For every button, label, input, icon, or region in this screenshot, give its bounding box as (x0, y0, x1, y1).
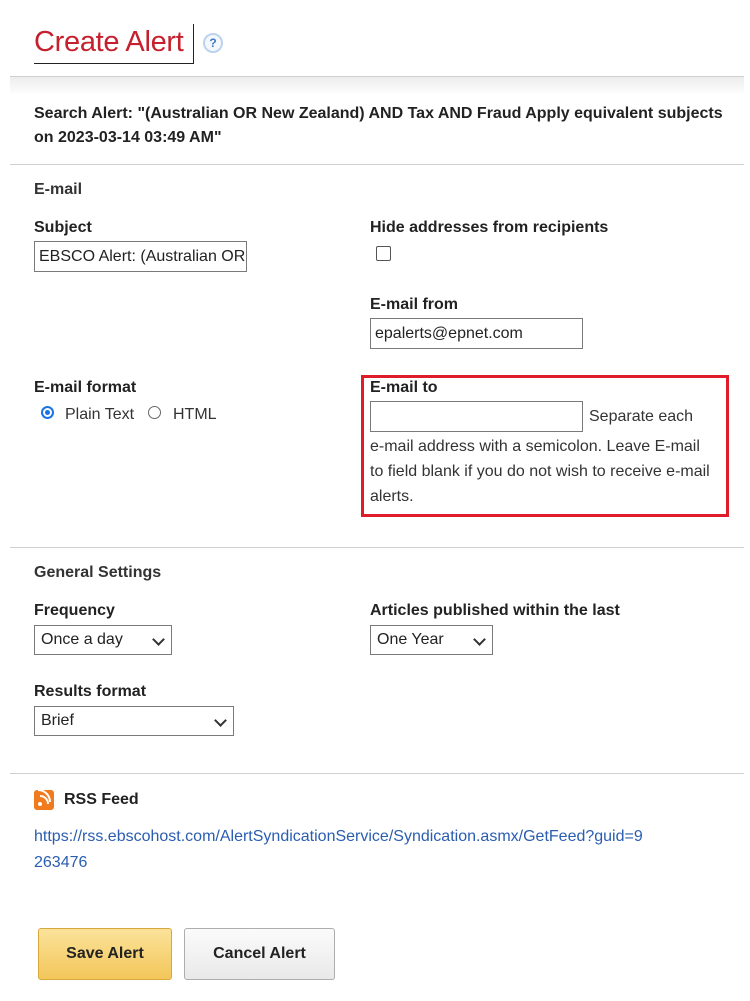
section-divider (10, 164, 744, 165)
html-radio[interactable] (148, 406, 161, 419)
plain-text-radio[interactable] (41, 406, 54, 419)
email-section-title: E-mail (34, 181, 83, 198)
search-alert-summary: Search Alert: "(Australian OR New Zealan… (34, 105, 723, 146)
hide-addresses-checkbox[interactable] (376, 246, 391, 261)
published-within-value: One Year (377, 631, 444, 648)
published-within-select[interactable]: One Year (370, 625, 493, 655)
email-to-label: E-mail to (370, 379, 438, 396)
plain-text-label[interactable]: Plain Text (65, 406, 134, 424)
frequency-value: Once a day (41, 631, 123, 648)
section-divider (10, 773, 744, 774)
subject-label: Subject (34, 219, 92, 236)
subject-input[interactable]: EBSCO Alert: (Australian OR New Zealand)… (34, 241, 247, 272)
results-format-label: Results format (34, 683, 147, 700)
page-title: Create Alert (34, 26, 184, 58)
email-from-label: E-mail from (370, 296, 459, 313)
email-format-label: E-mail format (34, 379, 137, 396)
hide-addresses-label: Hide addresses from recipients (370, 219, 609, 236)
rss-feed-title: RSS Feed (64, 791, 139, 808)
frequency-label: Frequency (34, 602, 115, 619)
chevron-down-icon (473, 633, 486, 646)
published-within-label: Articles published within the last (370, 602, 620, 619)
help-icon[interactable]: ? (203, 33, 223, 53)
email-from-input[interactable]: epalerts@epnet.com (370, 318, 583, 349)
chevron-down-icon (152, 633, 165, 646)
rss-icon (34, 790, 54, 810)
general-settings-title: General Settings (34, 564, 162, 581)
email-to-help-line1: Separate each (589, 408, 694, 425)
chevron-down-icon (214, 714, 227, 727)
email-to-input[interactable] (370, 401, 583, 432)
email-to-help-text: e-mail address with a semicolon. Leave E… (370, 438, 710, 505)
section-divider (10, 547, 744, 548)
frequency-select[interactable]: Once a day (34, 625, 172, 655)
results-format-select[interactable]: Brief (34, 706, 234, 736)
cancel-alert-button[interactable]: Cancel Alert (184, 928, 335, 980)
header-shadow (10, 77, 744, 95)
rss-feed-link[interactable]: https://rss.ebscohost.com/AlertSyndicati… (34, 824, 644, 876)
save-alert-button[interactable]: Save Alert (38, 928, 172, 980)
results-format-value: Brief (41, 712, 74, 729)
html-label[interactable]: HTML (173, 406, 217, 424)
